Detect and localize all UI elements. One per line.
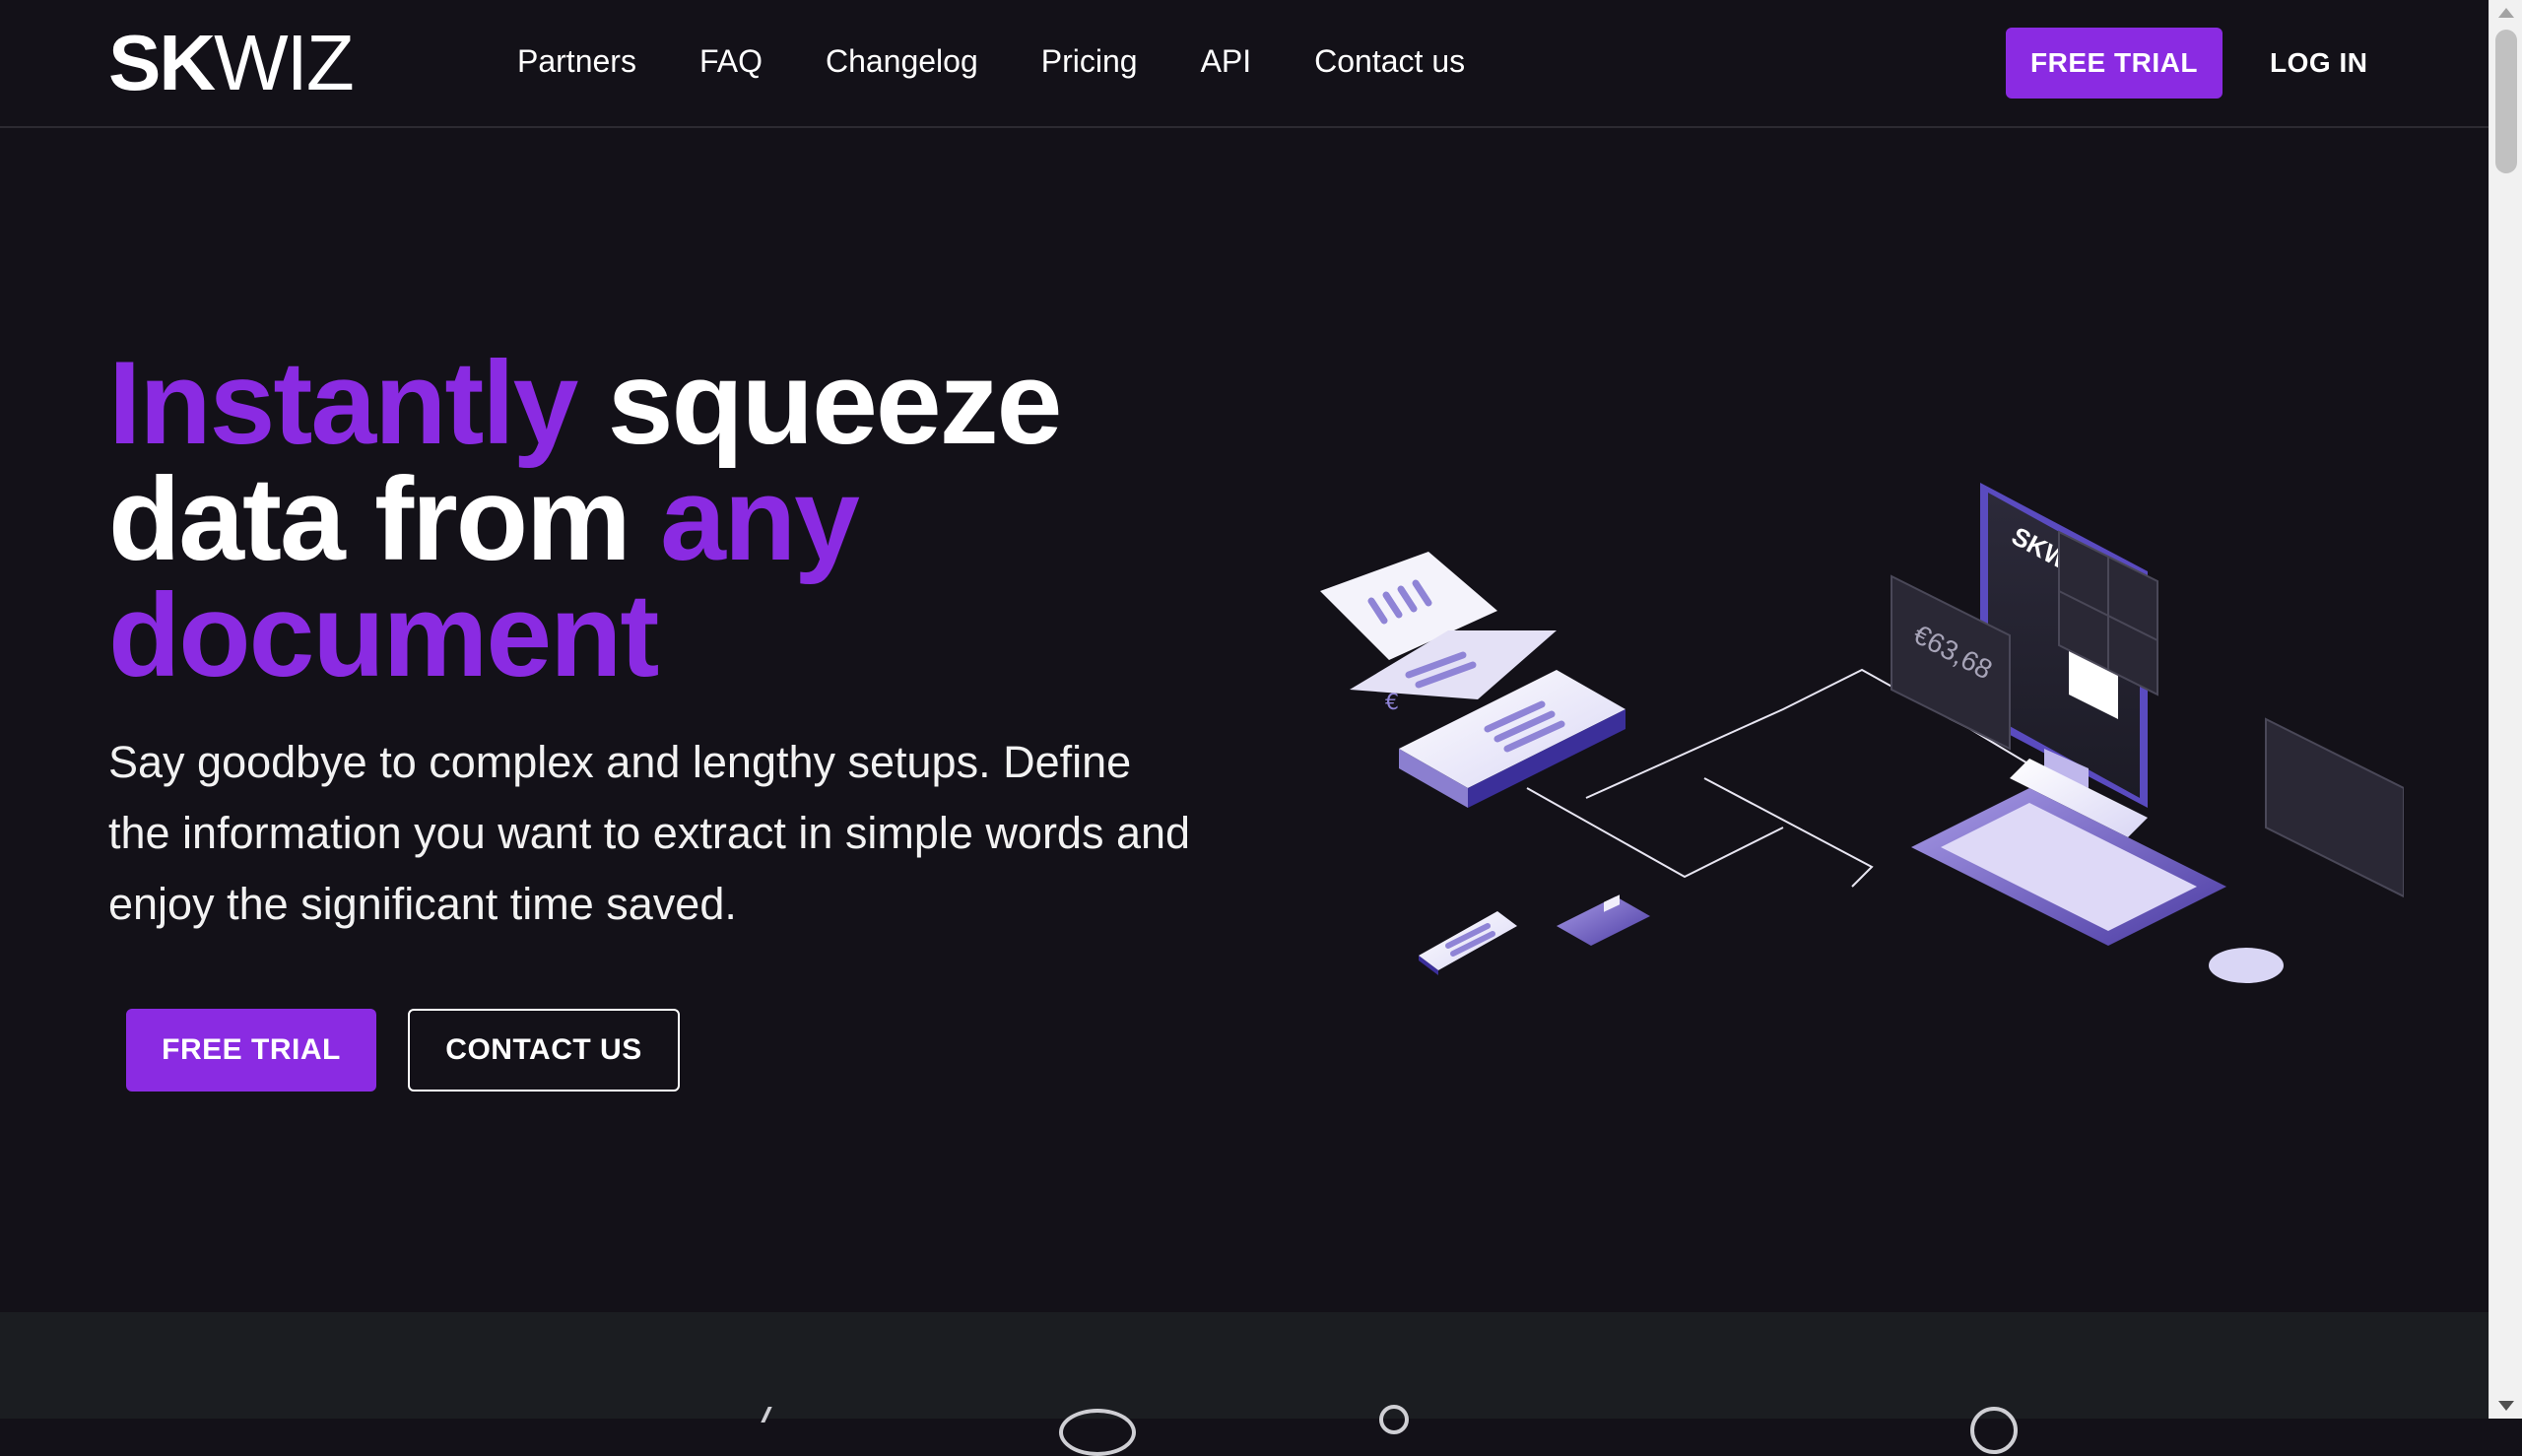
hero-title-word-data-from: data from — [108, 453, 631, 585]
nav-link-api[interactable]: API — [1201, 37, 1252, 85]
nav-link-faq[interactable]: FAQ — [699, 37, 763, 85]
page-scrollbar[interactable] — [2489, 0, 2522, 1419]
logo-part-light: WIZ — [214, 19, 355, 106]
partner-logo-3 — [1379, 1405, 1409, 1434]
hero-title-word-any: any — [660, 453, 860, 585]
nav-link-pricing[interactable]: Pricing — [1041, 37, 1138, 85]
hero-title-word-instantly: Instantly — [108, 337, 578, 469]
nav-link-partners[interactable]: Partners — [517, 37, 636, 85]
hero-title: Instantly squeeze data from any document — [108, 344, 1192, 695]
partner-logo-2 — [1059, 1409, 1136, 1456]
hero-title-word-document: document — [108, 569, 659, 701]
login-link[interactable]: LOG IN — [2270, 39, 2367, 87]
partner-logo-1 — [761, 1407, 780, 1423]
site-header: SKWIZ Partners FAQ Changelog Pricing API… — [0, 0, 2489, 128]
nav-link-contact-us[interactable]: Contact us — [1314, 37, 1465, 85]
credit-card — [1557, 894, 1650, 946]
hero-subtitle: Say goodbye to complex and lengthy setup… — [108, 737, 1191, 929]
main-nav: Partners FAQ Changelog Pricing API Conta… — [517, 37, 1528, 85]
hero-title-word-squeeze: squeeze — [607, 337, 1063, 469]
receipt — [1419, 911, 1517, 975]
scrollbar-thumb[interactable] — [2495, 30, 2517, 173]
hero-free-trial-button[interactable]: FREE TRIAL — [126, 1009, 376, 1092]
scroll-up-arrow-icon[interactable] — [2498, 8, 2514, 18]
hero-illustration: € SKWIZ €63,68 — [1320, 483, 2404, 983]
side-doc-card — [2265, 717, 2404, 898]
mouse — [2209, 948, 2284, 983]
scroll-down-arrow-icon[interactable] — [2498, 1401, 2514, 1411]
document-stack: € — [1320, 552, 1626, 808]
partners-strip — [0, 1312, 2489, 1456]
nav-link-changelog[interactable]: Changelog — [826, 37, 978, 85]
keyboard — [1911, 788, 2226, 946]
partner-logo-4 — [1970, 1407, 2018, 1454]
euro-mark: € — [1385, 691, 1399, 715]
skwiz-logo[interactable]: SKWIZ — [108, 24, 355, 102]
hero-contact-us-button[interactable]: CONTACT US — [408, 1009, 680, 1092]
logo-part-bold: SK — [108, 19, 216, 106]
header-free-trial-button[interactable]: FREE TRIAL — [2006, 28, 2223, 99]
page: SKWIZ Partners FAQ Changelog Pricing API… — [0, 0, 2489, 1456]
